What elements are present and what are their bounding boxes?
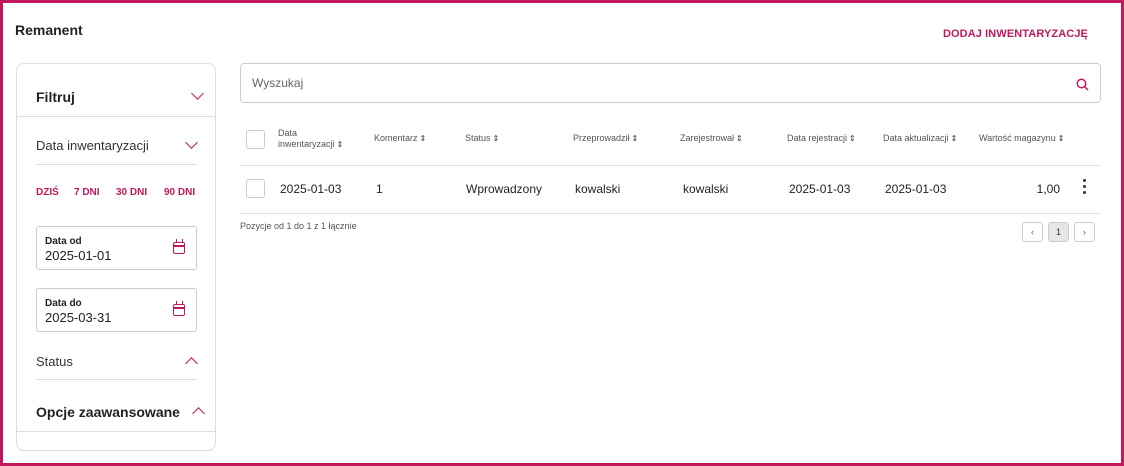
sort-icon[interactable]: ⇕ — [849, 133, 856, 144]
cell-comment[interactable]: 1 — [376, 182, 383, 196]
row-checkbox[interactable] — [246, 179, 265, 198]
column-header-registered-by[interactable]: Zarejestrował ⇕ — [680, 133, 743, 144]
header-text: Komentarz — [374, 133, 418, 143]
date-to-value: 2025-03-31 — [45, 310, 112, 325]
search-icon[interactable] — [1076, 78, 1089, 91]
column-header-update-date[interactable]: Data aktualizacji ⇕ — [883, 133, 957, 144]
date-from-value: 2025-01-01 — [45, 248, 112, 263]
sort-icon[interactable]: ⇕ — [1058, 133, 1065, 144]
page-title: Remanent — [15, 22, 83, 38]
date-to-label: Data do — [45, 298, 82, 309]
chevron-down-icon[interactable] — [185, 136, 198, 149]
sort-icon[interactable]: ⇕ — [951, 133, 958, 144]
header-text: Wartość magazynu — [979, 133, 1056, 143]
prev-page-button[interactable]: ‹ — [1022, 222, 1043, 242]
filter-panel: Filtruj Data inwentaryzacji DZIŚ 7 DNI 3… — [16, 63, 216, 451]
divider — [240, 213, 1101, 214]
date-section-label[interactable]: Data inwentaryzacji — [36, 138, 149, 153]
chevron-up-icon[interactable] — [185, 357, 198, 370]
quick-range-90-days[interactable]: 90 DNI — [164, 187, 195, 198]
quick-range-30-days[interactable]: 30 DNI — [116, 187, 147, 198]
search-placeholder: Wyszukaj — [252, 76, 304, 90]
chevron-down-icon[interactable] — [191, 87, 204, 100]
filter-title: Filtruj — [36, 89, 75, 105]
date-to-field[interactable]: Data do 2025-03-31 — [36, 288, 197, 332]
status-section-label[interactable]: Status — [36, 354, 73, 369]
header-text: Status — [465, 133, 491, 143]
cell-registration-date[interactable]: 2025-01-03 — [789, 182, 850, 196]
header-text: Zarejestrował — [680, 133, 735, 143]
column-header-comment[interactable]: Komentarz ⇕ — [374, 133, 426, 144]
date-from-label: Data od — [45, 236, 82, 247]
header-text: Data aktualizacji — [883, 133, 949, 143]
quick-range-today[interactable]: DZIŚ — [36, 187, 59, 198]
cell-performed-by[interactable]: kowalski — [575, 182, 620, 196]
header-text: inwentaryzacji — [278, 139, 335, 149]
divider — [240, 165, 1101, 166]
sort-icon[interactable]: ⇕ — [736, 133, 743, 144]
calendar-icon[interactable] — [173, 239, 185, 254]
sort-icon[interactable]: ⇕ — [493, 133, 500, 144]
advanced-section-label[interactable]: Opcje zaawansowane — [36, 404, 180, 420]
add-inventory-button[interactable]: DODAJ INWENTARYZACJĘ — [943, 28, 1088, 40]
select-all-checkbox[interactable] — [246, 130, 265, 149]
next-page-button[interactable]: › — [1074, 222, 1095, 242]
cell-status[interactable]: Wprowadzony — [466, 182, 542, 196]
cell-update-date[interactable]: 2025-01-03 — [885, 182, 946, 196]
date-from-field[interactable]: Data od 2025-01-01 — [36, 226, 197, 270]
header-text: Przeprowadził — [573, 133, 630, 143]
divider — [36, 379, 197, 380]
sort-icon[interactable]: ⇕ — [337, 139, 344, 150]
column-header-date[interactable]: Data inwentaryzacji ⇕ — [278, 128, 343, 150]
search-input[interactable]: Wyszukaj — [240, 63, 1101, 103]
pagination-summary: Pozycje od 1 do 1 z 1 łącznie — [240, 221, 357, 231]
column-header-registration-date[interactable]: Data rejestracji ⇕ — [787, 133, 856, 144]
header-text: Data rejestracji — [787, 133, 848, 143]
chevron-up-icon[interactable] — [192, 407, 205, 420]
cell-date[interactable]: 2025-01-03 — [280, 182, 341, 196]
cell-registered-by[interactable]: kowalski — [683, 182, 728, 196]
column-header-status[interactable]: Status ⇕ — [465, 133, 499, 144]
divider — [17, 116, 215, 117]
column-header-performed-by[interactable]: Przeprowadził ⇕ — [573, 133, 638, 144]
divider — [17, 431, 215, 432]
column-header-warehouse-value[interactable]: Wartość magazynu ⇕ — [979, 133, 1064, 144]
calendar-icon[interactable] — [173, 301, 185, 316]
quick-range-7-days[interactable]: 7 DNI — [74, 187, 100, 198]
sort-icon[interactable]: ⇕ — [420, 133, 427, 144]
header-text: Data — [278, 128, 298, 138]
page-1-button[interactable]: 1 — [1048, 222, 1069, 242]
more-options-icon[interactable] — [1083, 179, 1086, 196]
divider — [36, 164, 197, 165]
cell-warehouse-value[interactable]: 1,00 — [1012, 182, 1060, 196]
sort-icon[interactable]: ⇕ — [632, 133, 639, 144]
